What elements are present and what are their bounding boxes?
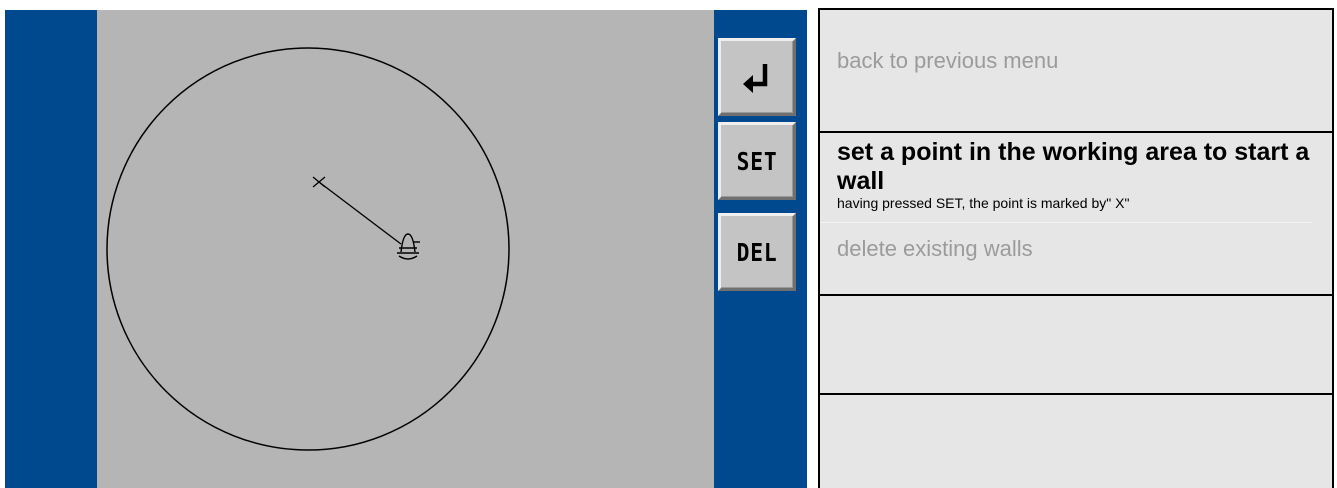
wall-line (318, 181, 402, 245)
delete-description: delete existing walls (837, 236, 1033, 261)
help-row-back: back to previous menu (820, 8, 1332, 131)
device-screen: SET DEL (5, 10, 807, 488)
help-row-set: set a point in the working area to start… (820, 131, 1332, 211)
help-description-table: back to previous menu set a point in the… (818, 8, 1334, 488)
help-row-empty (820, 393, 1332, 488)
delete-button[interactable]: DEL (718, 213, 796, 291)
help-row-delete: delete existing walls (820, 203, 1332, 294)
working-area[interactable] (97, 10, 714, 488)
back-description: back to previous menu (837, 48, 1059, 73)
delete-button-label: DEL (736, 237, 778, 267)
row-divider (820, 222, 1312, 223)
set-description-title: set a point in the working area to start… (837, 138, 1310, 195)
working-area-canvas (106, 47, 510, 451)
robot-icon (397, 233, 420, 260)
help-row-empty (820, 294, 1332, 393)
range-circle (106, 47, 510, 451)
return-arrow-icon (743, 64, 768, 93)
set-button-label: SET (736, 146, 778, 176)
back-button[interactable] (718, 38, 796, 116)
set-button[interactable]: SET (718, 122, 796, 200)
